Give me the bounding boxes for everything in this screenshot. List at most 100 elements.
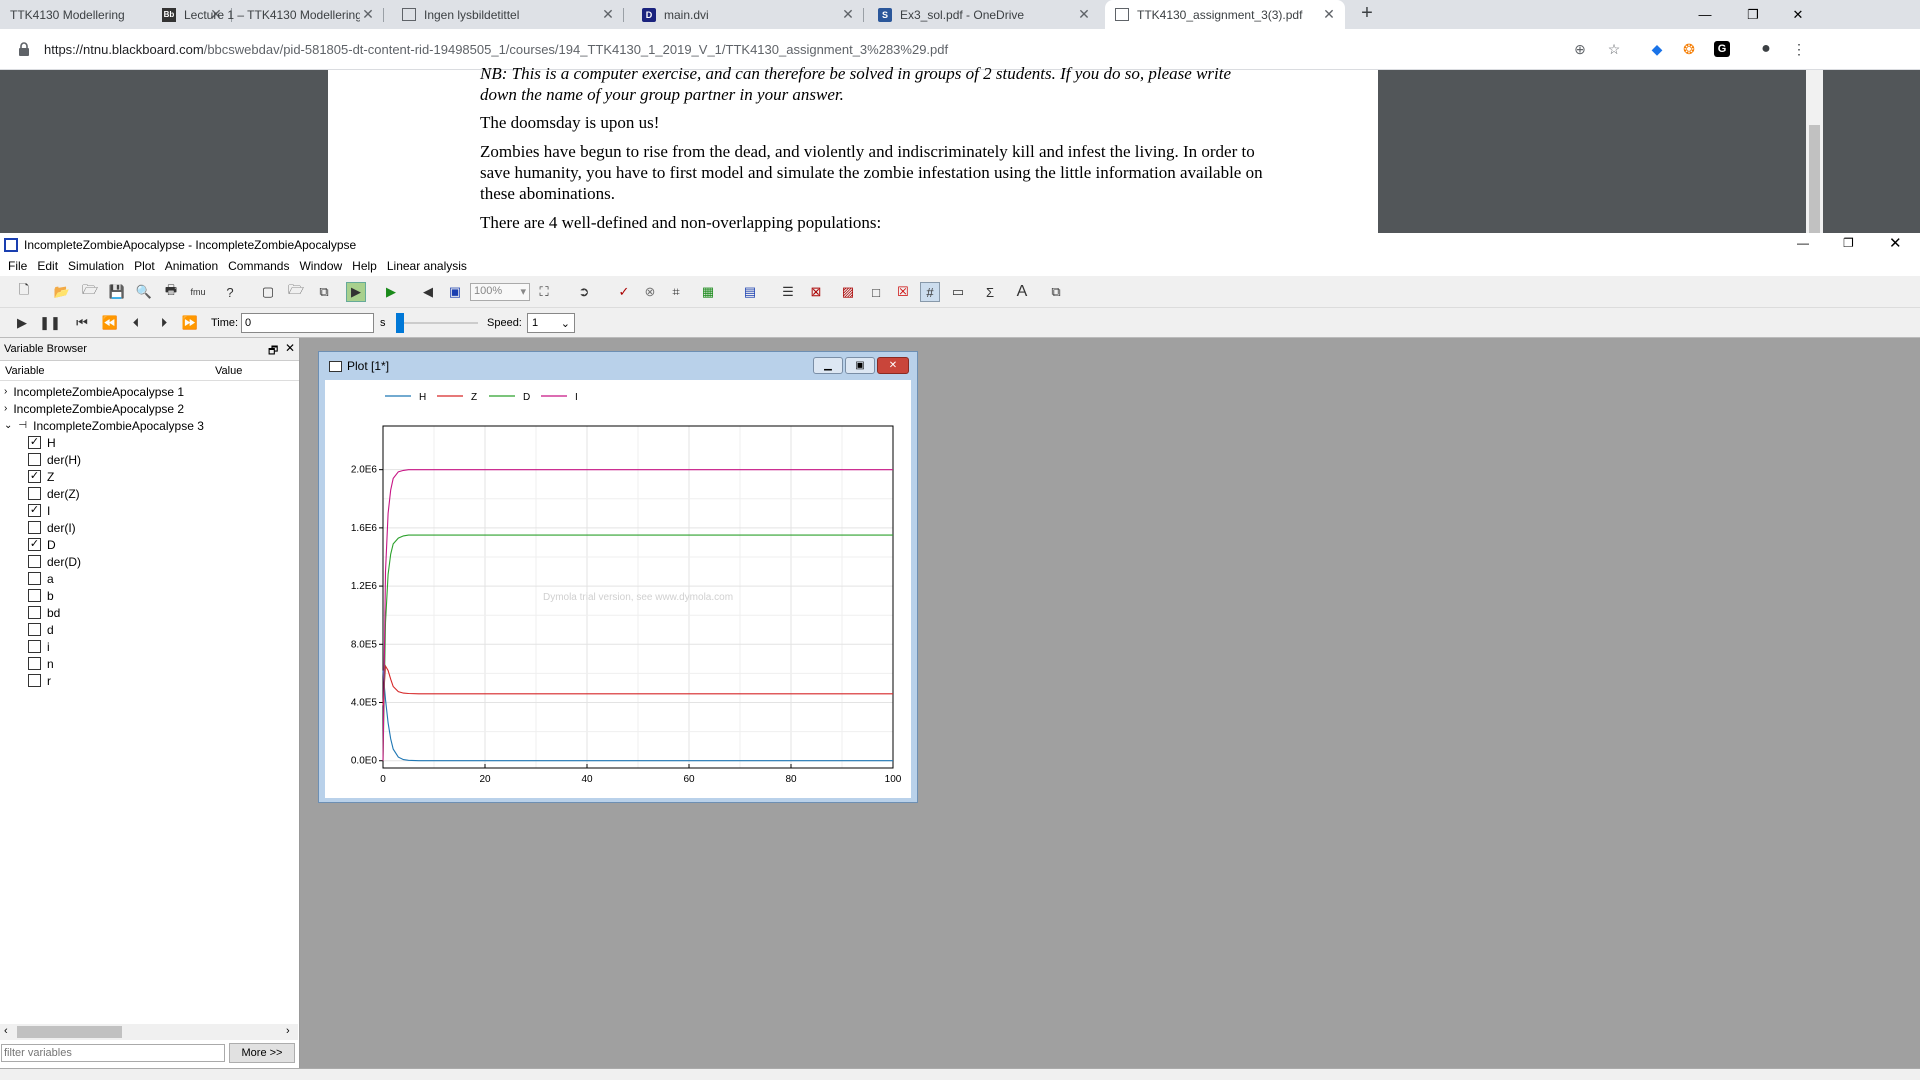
variable-row-derD[interactable]: der(D) [28, 553, 81, 570]
rescale-icon[interactable]: ⌗ [666, 282, 686, 302]
variable-row-derI[interactable]: der(I) [28, 519, 76, 536]
line-chart[interactable]: H Z D I 0 20 40 60 80 100 0.0E0 4.0E5 8.0E5 1.2E6 1.6E… [325, 380, 911, 798]
package-icon[interactable]: ▢ [258, 282, 278, 302]
search-icon[interactable]: 🔍 [134, 282, 154, 302]
variable-checkbox[interactable]: ✓ [28, 504, 41, 517]
save-icon[interactable]: 💾 [107, 282, 127, 302]
folder-icon[interactable]: 🗁 [80, 282, 100, 302]
variable-row-b[interactable]: b [28, 587, 54, 604]
fmu-icon[interactable]: fmu [188, 282, 208, 302]
menu-commands[interactable]: Commands [228, 259, 289, 273]
close-icon[interactable]: ✕ [285, 341, 295, 355]
menu-animation[interactable]: Animation [165, 259, 218, 273]
variable-checkbox[interactable] [28, 674, 41, 687]
extension-icon[interactable]: ◆ [1645, 37, 1669, 61]
copy-icon[interactable]: ⧉ [314, 282, 334, 302]
variable-checkbox[interactable]: ✓ [28, 538, 41, 551]
open-icon[interactable]: 📂 [52, 282, 72, 302]
legend-icon[interactable]: ▭ [948, 282, 968, 302]
variable-row-bd[interactable]: bd [28, 604, 60, 621]
help-icon[interactable]: ? [220, 282, 240, 302]
browser-tab-active[interactable]: TTK4130_assignment_3(3).pdf ✕ [1105, 0, 1345, 29]
col-value[interactable]: Value [215, 365, 242, 377]
fit-icon[interactable]: ⛶ [534, 282, 554, 302]
browser-tab[interactable]: D main.dvi ✕ [632, 0, 864, 29]
close-icon[interactable]: ✕ [1076, 6, 1092, 23]
rewind-icon[interactable]: ⏮ [72, 313, 92, 333]
variable-checkbox[interactable] [28, 572, 41, 585]
table-icon[interactable]: ▦ [698, 282, 718, 302]
account-icon[interactable]: ● [1754, 37, 1778, 61]
pause-icon[interactable]: ❚❚ [39, 313, 61, 333]
more-button[interactable]: More >> [229, 1043, 295, 1063]
variable-checkbox[interactable] [28, 657, 41, 670]
maximize-icon[interactable]: ▣ [845, 357, 875, 374]
minimize-icon[interactable]: — [1797, 236, 1809, 250]
tree-node[interactable]: › IncompleteZombieApocalypse 2 [4, 400, 184, 417]
variable-row-d[interactable]: d [28, 621, 54, 638]
close-icon[interactable]: ✕ [1321, 6, 1337, 23]
erase-icon[interactable]: ☒ [893, 282, 913, 302]
lock-icon[interactable] [12, 37, 36, 61]
new-tab-icon[interactable]: + [1355, 2, 1379, 25]
variable-checkbox[interactable]: ✓ [28, 470, 41, 483]
variable-checkbox[interactable] [28, 623, 41, 636]
grid-icon[interactable]: ⊠ [806, 282, 826, 302]
variable-row-n[interactable]: n [28, 655, 54, 672]
visualizer-icon[interactable]: ▣ [445, 282, 465, 302]
simulation-mode-icon[interactable]: ▶ [346, 282, 366, 302]
text-icon[interactable]: A [1012, 282, 1032, 302]
variable-row-a[interactable]: a [28, 570, 54, 587]
close-window-icon[interactable]: ✕ [1776, 0, 1820, 29]
browser-tab[interactable]: Ingen lysbildetittel ✕ [392, 0, 624, 29]
menu-window[interactable]: Window [299, 259, 342, 273]
new-file-icon[interactable]: 🗋 [14, 282, 34, 302]
stop-icon[interactable]: ⊗ [640, 282, 660, 302]
variable-checkbox[interactable]: ✓ [28, 436, 41, 449]
variable-row-H[interactable]: ✓ H [28, 434, 56, 451]
restore-icon[interactable]: ❐ [1731, 0, 1775, 29]
zoom-box-icon[interactable]: ▨ [838, 282, 858, 302]
variable-row-derH[interactable]: der(H) [28, 451, 81, 468]
variable-row-Z[interactable]: ✓ Z [28, 468, 54, 485]
browser-tab[interactable]: S Ex3_sol.pdf - OneDrive ✕ [868, 0, 1100, 29]
step-back-icon[interactable]: ⏴ [126, 313, 146, 333]
menu-help[interactable]: Help [352, 259, 377, 273]
variable-row-D[interactable]: ✓ D [28, 536, 56, 553]
close-icon[interactable]: ✕ [600, 6, 616, 23]
window-arrange-icon[interactable]: ⧉ [1046, 282, 1066, 302]
sum-icon[interactable]: Σ [980, 282, 1000, 302]
scroll-thumb[interactable] [17, 1026, 122, 1038]
layout-icon[interactable]: ☰ [778, 282, 798, 302]
time-input[interactable] [241, 313, 374, 333]
variable-row-i[interactable]: i [28, 638, 50, 655]
step-forward-icon[interactable]: ⏵ [154, 313, 174, 333]
plot-area[interactable]: H Z D I 0 20 40 60 80 100 0.0E0 4.0E5 8.0E5 1.2E6 1.6E… [325, 380, 911, 798]
pdf-scrollbar[interactable] [1806, 70, 1823, 233]
variable-row-I[interactable]: ✓ I [28, 502, 50, 519]
scroll-thumb[interactable] [1809, 125, 1820, 233]
variable-checkbox[interactable] [28, 487, 41, 500]
float-icon[interactable]: 🗗 [268, 342, 278, 361]
minimize-icon[interactable]: — [1683, 0, 1727, 29]
variable-checkbox[interactable] [28, 640, 41, 653]
close-window-icon[interactable]: ✕ [1889, 234, 1902, 252]
address-bar[interactable]: https://ntnu.blackboard.com/bbcswebdav/p… [44, 42, 948, 57]
print-icon[interactable]: 🖶 [161, 282, 181, 302]
variable-checkbox[interactable] [28, 589, 41, 602]
close-icon[interactable]: ✕ [360, 6, 376, 23]
filter-input[interactable] [1, 1044, 225, 1062]
menu-linear-analysis[interactable]: Linear analysis [387, 259, 467, 273]
col-variable[interactable]: Variable [5, 365, 45, 377]
variable-checkbox[interactable] [28, 606, 41, 619]
plot-titlebar[interactable]: Plot [1*] ▁ ▣ ✕ [319, 352, 917, 380]
chevron-right-icon[interactable]: › [4, 403, 7, 414]
slider-thumb[interactable] [396, 313, 404, 333]
plot-options-icon[interactable]: ➲ [574, 282, 594, 302]
extension-icon[interactable]: ❂ [1677, 37, 1701, 61]
fast-forward-icon[interactable]: ⏩ [180, 313, 200, 333]
close-icon[interactable]: ✕ [840, 6, 856, 23]
reverse-icon[interactable]: ⏪ [100, 313, 120, 333]
variable-checkbox[interactable] [28, 521, 41, 534]
plot-setup-icon[interactable]: ▤ [740, 282, 760, 302]
